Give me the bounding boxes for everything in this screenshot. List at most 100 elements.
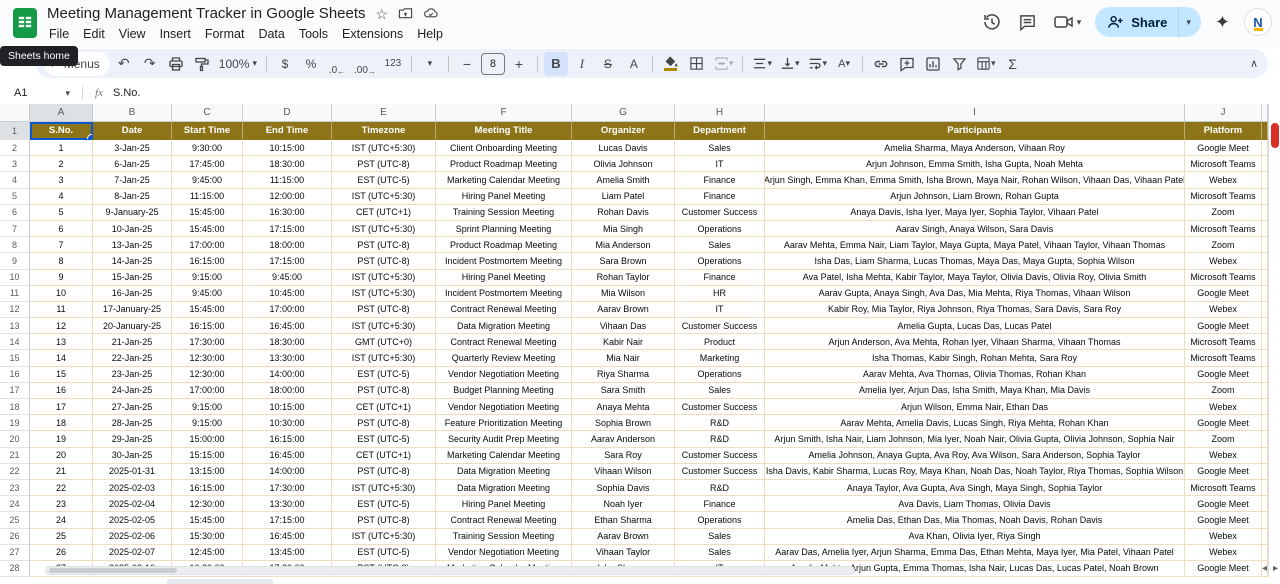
cell-J8[interactable]: Zoom [1185, 237, 1262, 253]
column-header-D[interactable]: D [243, 104, 332, 122]
cell-J25[interactable]: Google Meet [1185, 512, 1262, 528]
cell-H7[interactable]: Operations [675, 221, 765, 237]
cell-D26[interactable]: 16:45:00 [243, 529, 332, 545]
cell-F18[interactable]: Vendor Negotiation Meeting [436, 399, 572, 415]
cell-H1[interactable]: Department [675, 122, 765, 140]
row-header-26[interactable]: 26 [0, 529, 30, 545]
cell-H18[interactable]: Customer Success [675, 399, 765, 415]
cell-C7[interactable]: 15:45:00 [172, 221, 243, 237]
cell-I16[interactable]: Aarav Mehta, Ava Thomas, Olivia Thomas, … [765, 367, 1185, 383]
star-icon[interactable]: ☆ [376, 7, 389, 21]
cell-F4[interactable]: Marketing Calendar Meeting [436, 172, 572, 188]
cell-E8[interactable]: PST (UTC-8) [332, 237, 436, 253]
decrease-decimal-button[interactable]: .0← [325, 52, 349, 76]
cell-D22[interactable]: 14:00:00 [243, 464, 332, 480]
cell-C26[interactable]: 15:30:00 [172, 529, 243, 545]
row-header-9[interactable]: 9 [0, 253, 30, 269]
cell-B1[interactable]: Date [93, 122, 172, 140]
cell-D10[interactable]: 9:45:00 [243, 270, 332, 286]
cell-C23[interactable]: 16:15:00 [172, 480, 243, 496]
cell-D3[interactable]: 18:30:00 [243, 156, 332, 172]
cell-A26[interactable]: 25 [30, 529, 93, 545]
cell-E12[interactable]: PST (UTC-8) [332, 302, 436, 318]
cell-E25[interactable]: PST (UTC-8) [332, 512, 436, 528]
cell-E18[interactable]: CET (UTC+1) [332, 399, 436, 415]
cell-J16[interactable]: Google Meet [1185, 367, 1262, 383]
cell-J2[interactable]: Google Meet [1185, 140, 1262, 156]
cell-A3[interactable]: 2 [30, 156, 93, 172]
cell-B12[interactable]: 17-January-25 [93, 302, 172, 318]
row-header-15[interactable]: 15 [0, 350, 30, 366]
cell-E16[interactable]: EST (UTC-5) [332, 367, 436, 383]
vertical-scrollbar[interactable] [1268, 104, 1280, 577]
cell-B14[interactable]: 21-Jan-25 [93, 334, 172, 350]
cell-H15[interactable]: Marketing [675, 350, 765, 366]
cell-G13[interactable]: Vihaan Das [572, 318, 675, 334]
cell-A9[interactable]: 8 [30, 253, 93, 269]
cell-B19[interactable]: 28-Jan-25 [93, 415, 172, 431]
cell-F17[interactable]: Budget Planning Meeting [436, 383, 572, 399]
cell-I10[interactable]: Ava Patel, Isha Mehta, Kabir Taylor, May… [765, 270, 1185, 286]
cell-E9[interactable]: PST (UTC-8) [332, 253, 436, 269]
column-header-A[interactable]: A [30, 104, 93, 122]
cell-B22[interactable]: 2025-01-31 [93, 464, 172, 480]
cell-J1[interactable]: Platform [1185, 122, 1262, 140]
functions-button[interactable]: Σ [1001, 52, 1025, 76]
cell-I7[interactable]: Aarav Singh, Anaya Wilson, Sara Davis [765, 221, 1185, 237]
cell-I12[interactable]: Kabir Roy, Mia Taylor, Riya Johnson, Riy… [765, 302, 1185, 318]
row-header-5[interactable]: 5 [0, 189, 30, 205]
name-box[interactable]: A1 ▾ [0, 87, 76, 99]
cell-F13[interactable]: Data Migration Meeting [436, 318, 572, 334]
cell-C21[interactable]: 15:15:00 [172, 448, 243, 464]
cell-H12[interactable]: IT [675, 302, 765, 318]
cell-B20[interactable]: 29-Jan-25 [93, 431, 172, 447]
row-header-22[interactable]: 22 [0, 464, 30, 480]
row-header-17[interactable]: 17 [0, 383, 30, 399]
cell-B5[interactable]: 8-Jan-25 [93, 189, 172, 205]
column-header-H[interactable]: H [675, 104, 765, 122]
insert-comment-button[interactable] [895, 52, 919, 76]
cell-D14[interactable]: 18:30:00 [243, 334, 332, 350]
cell-D2[interactable]: 10:15:00 [243, 140, 332, 156]
cell-I1[interactable]: Participants [765, 122, 1185, 140]
cell-F20[interactable]: Security Audit Prep Meeting [436, 431, 572, 447]
cell-B26[interactable]: 2025-02-06 [93, 529, 172, 545]
cell-C2[interactable]: 9:30:00 [172, 140, 243, 156]
cell-C12[interactable]: 15:45:00 [172, 302, 243, 318]
cell-I18[interactable]: Arjun Wilson, Emma Nair, Ethan Das [765, 399, 1185, 415]
insert-link-button[interactable] [869, 52, 893, 76]
cell-A24[interactable]: 23 [30, 496, 93, 512]
cell-H9[interactable]: Operations [675, 253, 765, 269]
cell-H16[interactable]: Operations [675, 367, 765, 383]
gemini-sparkle-icon[interactable]: ✦ [1215, 12, 1230, 33]
cell-G5[interactable]: Liam Patel [572, 189, 675, 205]
cell-B27[interactable]: 2025-02-07 [93, 545, 172, 561]
cell-G2[interactable]: Lucas Davis [572, 140, 675, 156]
cell-G21[interactable]: Sara Roy [572, 448, 675, 464]
cell-H19[interactable]: R&D [675, 415, 765, 431]
cell-I6[interactable]: Anaya Davis, Isha Iyer, Maya Iyer, Sophi… [765, 205, 1185, 221]
cell-I5[interactable]: Arjun Johnson, Liam Brown, Rohan Gupta [765, 189, 1185, 205]
cell-G17[interactable]: Sara Smith [572, 383, 675, 399]
cell-F26[interactable]: Training Session Meeting [436, 529, 572, 545]
currency-format-button[interactable]: $ [273, 52, 297, 76]
cell-C18[interactable]: 9:15:00 [172, 399, 243, 415]
cell-H3[interactable]: IT [675, 156, 765, 172]
cell-C13[interactable]: 16:15:00 [172, 318, 243, 334]
cell-E22[interactable]: PST (UTC-8) [332, 464, 436, 480]
horizontal-scrollbar[interactable] [45, 566, 855, 575]
cell-D5[interactable]: 12:00:00 [243, 189, 332, 205]
cell-E23[interactable]: IST (UTC+5:30) [332, 480, 436, 496]
sheets-logo-icon[interactable] [11, 7, 39, 39]
cell-G15[interactable]: Mia Nair [572, 350, 675, 366]
cell-H21[interactable]: Customer Success [675, 448, 765, 464]
row-header-2[interactable]: 2 [0, 140, 30, 156]
cell-D19[interactable]: 10:30:00 [243, 415, 332, 431]
cell-C22[interactable]: 13:15:00 [172, 464, 243, 480]
column-header-J[interactable]: J [1185, 104, 1262, 122]
cell-I20[interactable]: Arjun Smith, Isha Nair, Liam Johnson, Mi… [765, 431, 1185, 447]
call-caret-icon[interactable]: ▾ [1077, 17, 1082, 28]
cell-B25[interactable]: 2025-02-05 [93, 512, 172, 528]
cell-A17[interactable]: 16 [30, 383, 93, 399]
cell-G10[interactable]: Rohan Taylor [572, 270, 675, 286]
